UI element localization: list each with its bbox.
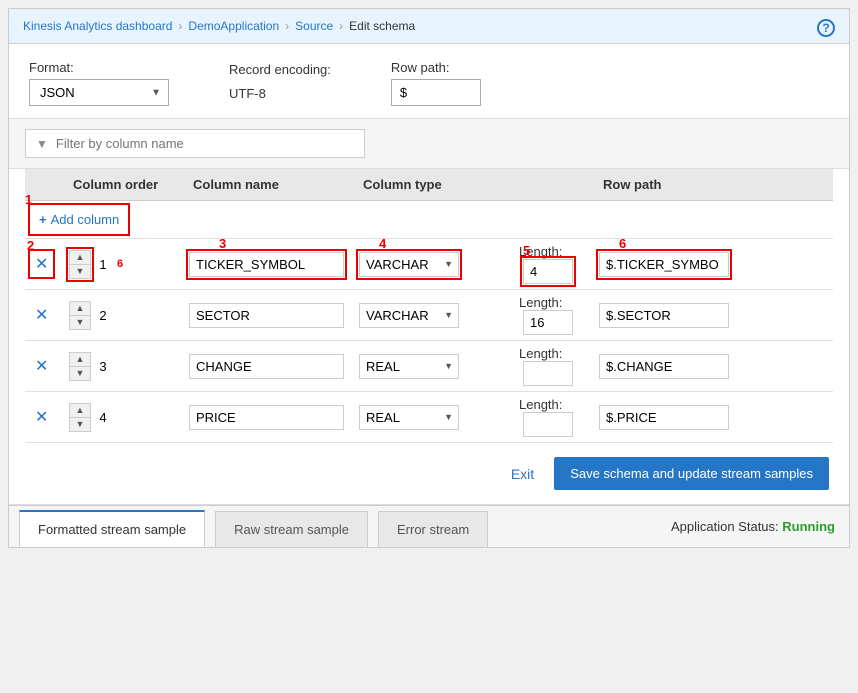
tab-raw[interactable]: Raw stream sample xyxy=(215,511,368,547)
col-length-row2[interactable] xyxy=(523,310,573,335)
header-type: Column type xyxy=(353,169,513,201)
delete-row-1-button[interactable]: ✕ xyxy=(31,252,52,276)
form-section: Format: JSON CSV ▼ Record encoding: UTF-… xyxy=(9,44,849,118)
col-rowpath-row3[interactable] xyxy=(599,354,729,379)
step-6-label: 6 xyxy=(117,258,123,270)
type-select-wrapper-row2[interactable]: VARCHAR REAL xyxy=(359,303,459,328)
filter-input-wrapper: ▼ xyxy=(25,129,365,158)
breadcrumb-dashboard[interactable]: Kinesis Analytics dashboard xyxy=(23,19,172,33)
header-length xyxy=(513,169,593,201)
col-rowpath-row1[interactable] xyxy=(599,252,729,277)
breadcrumb: Kinesis Analytics dashboard › DemoApplic… xyxy=(9,9,849,44)
help-button[interactable]: ? xyxy=(817,19,835,37)
col-name-row1[interactable] xyxy=(189,252,344,277)
order-controls-row2: ▲ ▼ xyxy=(69,301,91,330)
order-down-row2[interactable]: ▼ xyxy=(70,316,90,329)
col-type-row3[interactable]: REAL VARCHAR xyxy=(359,354,459,379)
col-rowpath-row2[interactable] xyxy=(599,303,729,328)
schema-table: Column order Column name Column type Row… xyxy=(25,169,833,443)
rowpath-input[interactable] xyxy=(391,79,481,106)
col-length-row1[interactable] xyxy=(523,259,573,284)
tab-error[interactable]: Error stream xyxy=(378,511,488,547)
table-row: 2 ✕ ▲ ▼ 1 6 xyxy=(25,239,833,290)
order-up-row2[interactable]: ▲ xyxy=(70,302,90,316)
order-controls-row4: ▲ ▼ xyxy=(69,403,91,432)
breadcrumb-source[interactable]: Source xyxy=(295,19,333,33)
encoding-value: UTF-8 xyxy=(229,81,331,106)
order-up-row1[interactable]: ▲ xyxy=(70,251,90,265)
col-type-row2[interactable]: VARCHAR REAL xyxy=(359,303,459,328)
col-rowpath-row4[interactable] xyxy=(599,405,729,430)
step-6b-label: 6 xyxy=(619,236,626,251)
col-type-row1[interactable]: VARCHAR REAL INTEGER xyxy=(359,252,459,277)
filter-input[interactable] xyxy=(56,136,354,151)
delete-row-4-button[interactable]: ✕ xyxy=(31,405,52,429)
encoding-label: Record encoding: xyxy=(229,62,331,77)
exit-button[interactable]: Exit xyxy=(511,466,534,482)
format-label: Format: xyxy=(29,60,169,75)
table-section: Column order Column name Column type Row… xyxy=(9,169,849,443)
order-controls-row3: ▲ ▼ xyxy=(69,352,91,381)
step-4-label: 4 xyxy=(379,236,386,251)
col-name-row4[interactable] xyxy=(189,405,344,430)
order-controls-row1: ▲ ▼ xyxy=(69,250,91,279)
action-section: Exit Save schema and update stream sampl… xyxy=(9,443,849,504)
table-row: ✕ ▲ ▼ 4 xyxy=(25,392,833,443)
step-5-label: 5 xyxy=(523,243,530,258)
filter-icon: ▼ xyxy=(36,137,48,151)
table-row: ✕ ▲ ▼ 3 xyxy=(25,341,833,392)
order-num-row1: 1 xyxy=(95,257,111,272)
type-select-wrapper-row3[interactable]: REAL VARCHAR xyxy=(359,354,459,379)
table-header-row: Column order Column name Column type Row… xyxy=(25,169,833,201)
type-select-wrapper-row4[interactable]: REAL VARCHAR xyxy=(359,405,459,430)
breadcrumb-app[interactable]: DemoApplication xyxy=(188,19,279,33)
order-num-row2: 2 xyxy=(95,308,111,323)
order-down-row3[interactable]: ▼ xyxy=(70,367,90,380)
format-select-wrapper[interactable]: JSON CSV ▼ xyxy=(29,79,169,106)
delete-row-3-button[interactable]: ✕ xyxy=(31,354,52,378)
order-num-row4: 4 xyxy=(95,410,111,425)
length-label-row4: Length: xyxy=(519,397,562,412)
encoding-group: Record encoding: UTF-8 xyxy=(229,62,331,106)
header-name: Column name xyxy=(183,169,353,201)
order-down-row1[interactable]: ▼ xyxy=(70,265,90,278)
app-status: Application Status: Running xyxy=(671,519,849,534)
step-1-label: 1 xyxy=(25,192,32,207)
main-container: Kinesis Analytics dashboard › DemoApplic… xyxy=(8,8,850,548)
header-rowpath: Row path xyxy=(593,169,833,201)
add-column-button[interactable]: + Add column xyxy=(31,206,127,233)
filter-section: ▼ xyxy=(9,118,849,169)
col-name-row2[interactable] xyxy=(189,303,344,328)
add-column-row: 1 + Add column xyxy=(25,201,833,239)
col-type-row4[interactable]: REAL VARCHAR xyxy=(359,405,459,430)
length-label-row2: Length: xyxy=(519,295,562,310)
col-length-row4[interactable] xyxy=(523,412,573,437)
order-down-row4[interactable]: ▼ xyxy=(70,418,90,431)
col-length-row3[interactable] xyxy=(523,361,573,386)
col-name-row3[interactable] xyxy=(189,354,344,379)
tab-formatted[interactable]: Formatted stream sample xyxy=(19,510,205,547)
step-3-label: 3 xyxy=(219,236,226,251)
type-select-wrapper-row1[interactable]: VARCHAR REAL INTEGER xyxy=(359,252,459,277)
format-select[interactable]: JSON CSV xyxy=(29,79,169,106)
tabs-section: Formatted stream sample Raw stream sampl… xyxy=(9,505,849,547)
header-order: Column order xyxy=(63,169,183,201)
order-num-row3: 3 xyxy=(95,359,111,374)
delete-row-2-button[interactable]: ✕ xyxy=(31,303,52,327)
status-value: Running xyxy=(782,519,835,534)
length-label-row3: Length: xyxy=(519,346,562,361)
save-button[interactable]: Save schema and update stream samples xyxy=(554,457,829,490)
format-group: Format: JSON CSV ▼ xyxy=(29,60,169,106)
breadcrumb-current: Edit schema xyxy=(349,19,415,33)
status-label: Application Status: xyxy=(671,519,779,534)
rowpath-group: Row path: xyxy=(391,60,481,106)
step-2-label: 2 xyxy=(27,238,34,253)
table-row: ✕ ▲ ▼ 2 xyxy=(25,290,833,341)
order-up-row3[interactable]: ▲ xyxy=(70,353,90,367)
order-up-row4[interactable]: ▲ xyxy=(70,404,90,418)
rowpath-label: Row path: xyxy=(391,60,481,75)
